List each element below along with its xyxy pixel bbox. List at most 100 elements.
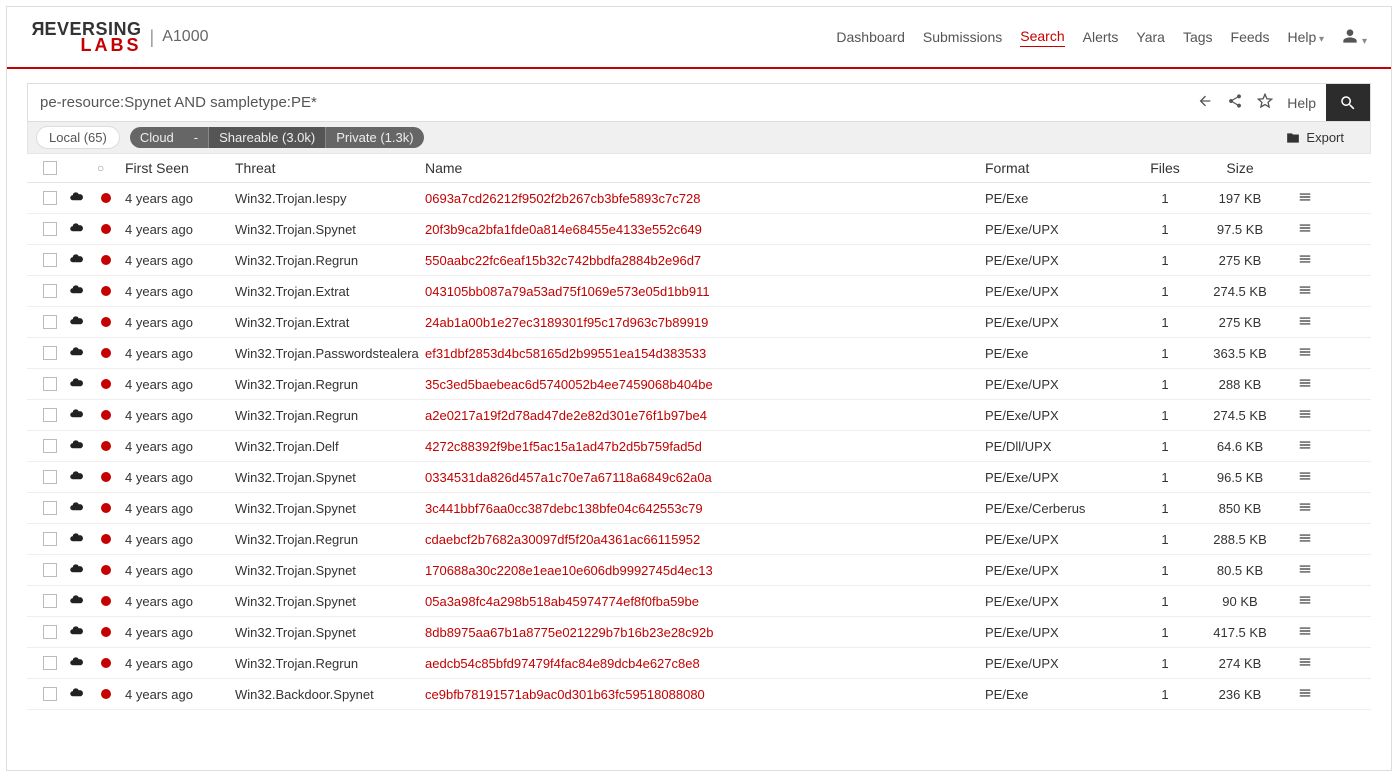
row-menu-icon[interactable] — [1285, 376, 1325, 393]
row-checkbox[interactable] — [43, 222, 57, 236]
row-menu-icon[interactable] — [1285, 469, 1325, 486]
col-size[interactable]: Size — [1195, 160, 1285, 176]
brand: REVERSING LABS | A1000 — [31, 21, 208, 53]
filter-cloud-group[interactable]: Cloud - Shareable (3.0k) Private (1.3k) — [130, 127, 424, 148]
row-checkbox[interactable] — [43, 625, 57, 639]
user-menu[interactable] — [1342, 28, 1367, 47]
cell-format: PE/Exe/UPX — [985, 532, 1135, 547]
row-menu-icon[interactable] — [1285, 221, 1325, 238]
cell-first-seen: 4 years ago — [125, 501, 235, 516]
filter-private[interactable]: Private (1.3k) — [325, 127, 423, 148]
table-row: 4 years agoWin32.Trojan.Spynet05a3a98fc4… — [27, 586, 1371, 617]
row-checkbox[interactable] — [43, 656, 57, 670]
status-header[interactable]: ○ — [97, 161, 125, 175]
row-menu-icon[interactable] — [1285, 655, 1325, 672]
search-input[interactable] — [28, 84, 1187, 121]
row-menu-icon[interactable] — [1285, 190, 1325, 207]
row-menu-icon[interactable] — [1285, 593, 1325, 610]
search-button[interactable] — [1326, 84, 1370, 121]
star-icon[interactable] — [1257, 93, 1273, 112]
cell-name-link[interactable]: 4272c88392f9be1f5ac15a1ad47b2d5b759fad5d — [425, 439, 985, 454]
row-checkbox[interactable] — [43, 377, 57, 391]
row-menu-icon[interactable] — [1285, 407, 1325, 424]
filter-shareable[interactable]: Shareable (3.0k) — [208, 127, 325, 148]
row-checkbox[interactable] — [43, 315, 57, 329]
row-checkbox[interactable] — [43, 253, 57, 267]
export-button[interactable]: Export — [1286, 130, 1350, 145]
row-checkbox[interactable] — [43, 501, 57, 515]
col-first-seen[interactable]: First Seen — [125, 160, 235, 176]
status-dot — [101, 627, 111, 637]
row-checkbox[interactable] — [43, 408, 57, 422]
row-checkbox[interactable] — [43, 284, 57, 298]
search-help-link[interactable]: Help — [1287, 95, 1316, 111]
nav-search[interactable]: Search — [1020, 28, 1064, 47]
filter-local[interactable]: Local (65) — [36, 126, 120, 149]
cell-name-link[interactable]: 550aabc22fc6eaf15b32c742bbdfa2884b2e96d7 — [425, 253, 985, 268]
cell-threat: Win32.Trojan.Spynet — [235, 470, 425, 485]
share-icon[interactable] — [1227, 93, 1243, 112]
row-menu-icon[interactable] — [1285, 500, 1325, 517]
row-menu-icon[interactable] — [1285, 252, 1325, 269]
cell-first-seen: 4 years ago — [125, 315, 235, 330]
row-menu-icon[interactable] — [1285, 624, 1325, 641]
filter-cloud[interactable]: Cloud — [130, 127, 184, 148]
cloud-icon — [69, 282, 97, 300]
row-menu-icon[interactable] — [1285, 438, 1325, 455]
nav-feeds[interactable]: Feeds — [1231, 29, 1270, 45]
history-icon[interactable] — [1197, 93, 1213, 112]
row-checkbox[interactable] — [43, 687, 57, 701]
cell-name-link[interactable]: 20f3b9ca2bfa1fde0a814e68455e4133e552c649 — [425, 222, 985, 237]
cell-first-seen: 4 years ago — [125, 191, 235, 206]
cell-size: 417.5 KB — [1195, 625, 1285, 640]
row-menu-icon[interactable] — [1285, 283, 1325, 300]
cell-name-link[interactable]: 3c441bbf76aa0cc387debc138bfe04c642553c79 — [425, 501, 985, 516]
nav-submissions[interactable]: Submissions — [923, 29, 1002, 45]
table-row: 4 years agoWin32.Trojan.Regrun35c3ed5bae… — [27, 369, 1371, 400]
row-checkbox[interactable] — [43, 346, 57, 360]
cell-files: 1 — [1135, 625, 1195, 640]
cell-size: 850 KB — [1195, 501, 1285, 516]
cell-name-link[interactable]: 05a3a98fc4a298b518ab45974774ef8f0fba59be — [425, 594, 985, 609]
row-checkbox[interactable] — [43, 470, 57, 484]
cell-first-seen: 4 years ago — [125, 563, 235, 578]
cell-format: PE/Exe/UPX — [985, 563, 1135, 578]
nav-tags[interactable]: Tags — [1183, 29, 1213, 45]
cell-format: PE/Exe/UPX — [985, 470, 1135, 485]
row-menu-icon[interactable] — [1285, 345, 1325, 362]
row-menu-icon[interactable] — [1285, 562, 1325, 579]
col-files[interactable]: Files — [1135, 160, 1195, 176]
row-menu-icon[interactable] — [1285, 686, 1325, 703]
cell-name-link[interactable]: 0693a7cd26212f9502f2b267cb3bfe5893c7c728 — [425, 191, 985, 206]
cell-name-link[interactable]: 8db8975aa67b1a8775e021229b7b16b23e28c92b — [425, 625, 985, 640]
row-checkbox[interactable] — [43, 191, 57, 205]
nav-alerts[interactable]: Alerts — [1083, 29, 1119, 45]
nav-yara[interactable]: Yara — [1136, 29, 1165, 45]
cell-name-link[interactable]: a2e0217a19f2d78ad47de2e82d301e76f1b97be4 — [425, 408, 985, 423]
table-row: 4 years agoWin32.Trojan.Extrat043105bb08… — [27, 276, 1371, 307]
cell-name-link[interactable]: ce9bfb78191571ab9ac0d301b63fc59518088080 — [425, 687, 985, 702]
status-dot — [101, 410, 111, 420]
select-all-checkbox[interactable] — [43, 161, 57, 175]
nav-dashboard[interactable]: Dashboard — [836, 29, 905, 45]
row-menu-icon[interactable] — [1285, 531, 1325, 548]
nav-help[interactable]: Help — [1287, 29, 1324, 45]
cell-name-link[interactable]: cdaebcf2b7682a30097df5f20a4361ac66115952 — [425, 532, 985, 547]
cell-name-link[interactable]: 24ab1a00b1e27ec3189301f95c17d963c7b89919 — [425, 315, 985, 330]
row-menu-icon[interactable] — [1285, 314, 1325, 331]
row-checkbox[interactable] — [43, 594, 57, 608]
cell-name-link[interactable]: 170688a30c2208e1eae10e606db9992745d4ec13 — [425, 563, 985, 578]
cell-name-link[interactable]: 0334531da826d457a1c70e7a67118a6849c62a0a — [425, 470, 985, 485]
row-checkbox[interactable] — [43, 563, 57, 577]
row-checkbox[interactable] — [43, 532, 57, 546]
col-threat[interactable]: Threat — [235, 160, 425, 176]
col-name[interactable]: Name — [425, 160, 985, 176]
row-checkbox[interactable] — [43, 439, 57, 453]
cell-name-link[interactable]: 35c3ed5baebeac6d5740052b4ee7459068b404be — [425, 377, 985, 392]
col-format[interactable]: Format — [985, 160, 1135, 176]
cell-files: 1 — [1135, 408, 1195, 423]
cell-name-link[interactable]: 043105bb087a79a53ad75f1069e573e05d1bb911 — [425, 284, 985, 299]
cell-name-link[interactable]: aedcb54c85bfd97479f4fac84e89dcb4e627c8e8 — [425, 656, 985, 671]
cell-name-link[interactable]: ef31dbf2853d4bc58165d2b99551ea154d383533 — [425, 346, 985, 361]
cloud-icon — [69, 189, 97, 207]
